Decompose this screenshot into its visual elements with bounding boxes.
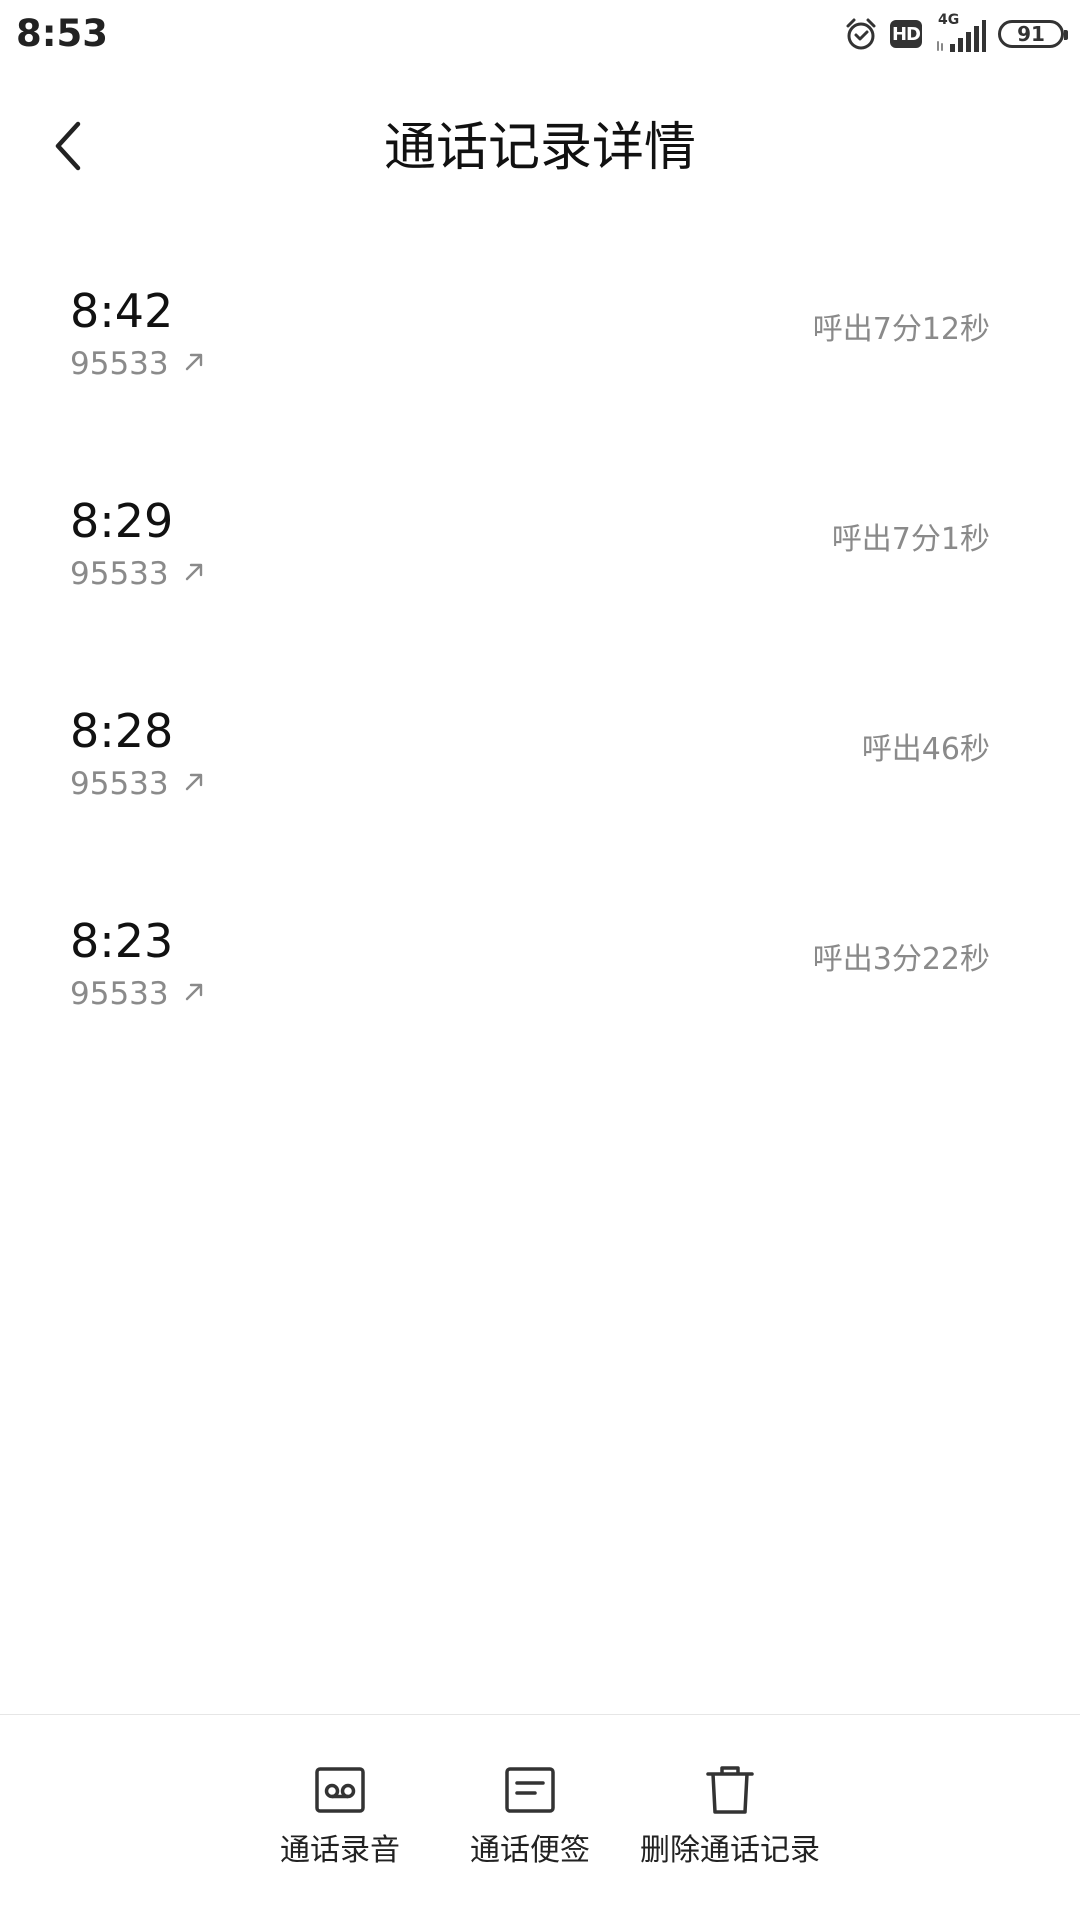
trash-icon (703, 1763, 757, 1817)
outgoing-arrow-icon (183, 351, 205, 377)
signal-icon: 4G (934, 12, 986, 52)
call-list: 8:42 95533 呼出7分12秒 8:29 95533 呼出7分1秒 8:2… (0, 250, 1080, 1090)
status-time: 8:53 (16, 12, 109, 55)
call-time: 8:42 (70, 284, 174, 338)
call-note-label: 通话便签 (470, 1833, 590, 1868)
outgoing-arrow-icon (183, 771, 205, 797)
network-type: 4G (938, 12, 960, 28)
call-duration: 呼出46秒 (861, 732, 990, 767)
call-number-line: 95533 (70, 974, 205, 1014)
status-bar: 8:53 HD 4G 91 (0, 0, 1080, 70)
call-row[interactable]: 8:29 95533 呼出7分1秒 (0, 460, 1080, 670)
call-number-line: 95533 (70, 554, 205, 594)
call-duration: 呼出7分1秒 (831, 522, 990, 557)
hd-icon: HD (890, 20, 922, 48)
call-number-line: 95533 (70, 764, 205, 804)
voicemail-icon (313, 1763, 367, 1817)
delete-call-log-label: 删除通话记录 (640, 1833, 820, 1868)
call-number: 95533 (70, 976, 169, 1012)
delete-call-log-button[interactable]: 删除通话记录 (640, 1763, 820, 1871)
call-duration: 呼出7分12秒 (812, 312, 990, 347)
call-row[interactable]: 8:23 95533 呼出3分22秒 (0, 880, 1080, 1090)
call-number-line: 95533 (70, 344, 205, 384)
call-recording-label: 通话录音 (280, 1833, 400, 1868)
call-number: 95533 (70, 556, 169, 592)
call-note-button[interactable]: 通话便签 (470, 1763, 590, 1871)
call-row[interactable]: 8:28 95533 呼出46秒 (0, 670, 1080, 880)
call-log-detail-screen: 8:53 HD 4G 91 通话记录详情 8:42 95533 呼出7分12秒 … (0, 0, 1080, 1920)
call-row[interactable]: 8:42 95533 呼出7分12秒 (0, 250, 1080, 460)
bottom-action-bar: 通话录音 通话便签 删除通话记录 (0, 1714, 1080, 1920)
call-recording-button[interactable]: 通话录音 (280, 1763, 400, 1871)
call-duration: 呼出3分22秒 (812, 942, 990, 977)
page-title: 通话记录详情 (383, 118, 696, 178)
outgoing-arrow-icon (183, 981, 205, 1007)
status-icons: HD 4G 91 (844, 12, 1068, 56)
alarm-icon (844, 17, 878, 51)
call-time: 8:23 (70, 914, 174, 968)
call-time: 8:29 (70, 494, 174, 548)
call-number: 95533 (70, 766, 169, 802)
battery-icon: 91 (998, 20, 1068, 48)
call-time: 8:28 (70, 704, 174, 758)
header: 通话记录详情 (0, 96, 1080, 200)
note-icon (503, 1763, 557, 1817)
outgoing-arrow-icon (183, 561, 205, 587)
call-number: 95533 (70, 346, 169, 382)
